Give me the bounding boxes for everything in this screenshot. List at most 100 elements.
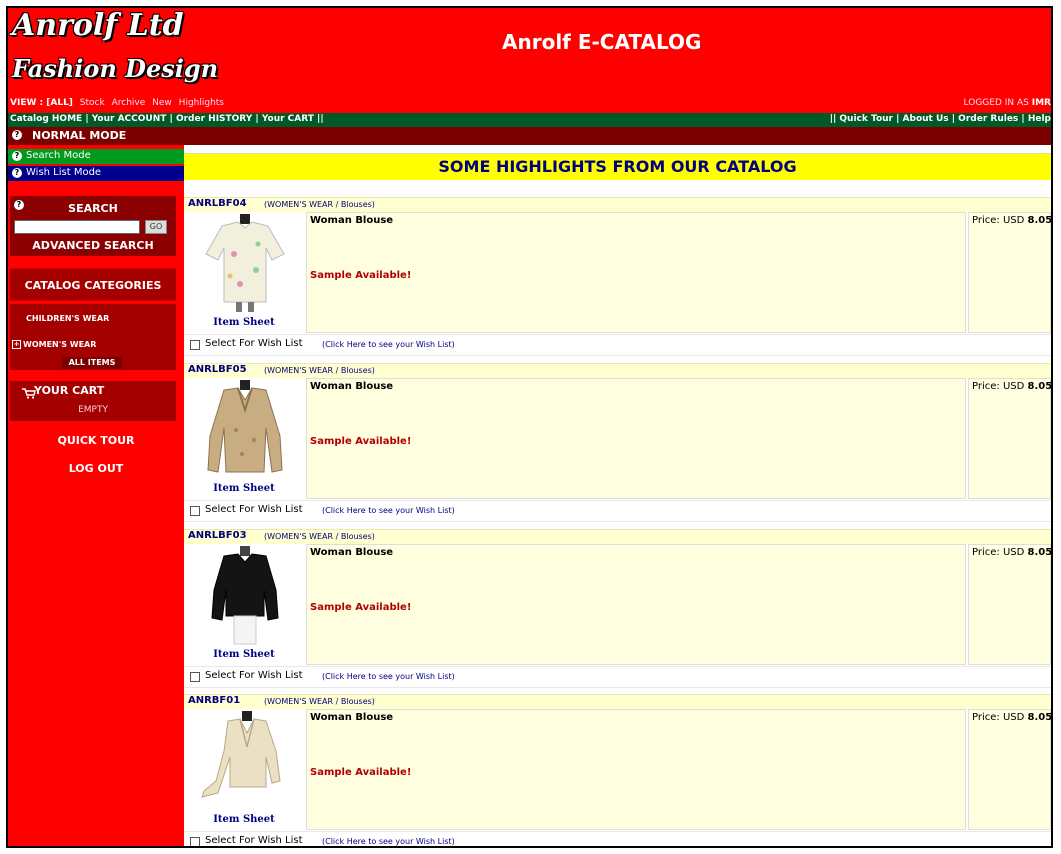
item-image-cell: Item Sheet xyxy=(184,378,304,499)
item-category: (WOMEN'S WEAR / Blouses) xyxy=(264,532,375,541)
blouse-image[interactable] xyxy=(200,380,290,480)
item-category: (WOMEN'S WEAR / Blouses) xyxy=(264,200,375,209)
item-header: ANRLBF05 (WOMEN'S WEAR / Blouses) xyxy=(184,363,1051,378)
item-price: Price: USD 8.05 xyxy=(972,381,1051,392)
wish-list-label[interactable]: Select For Wish List xyxy=(205,504,303,515)
wish-list-mode-button[interactable]: ? Wish List Mode xyxy=(8,166,184,181)
mode-bar: ? NORMAL MODE xyxy=(8,127,1051,145)
expand-icon[interactable]: + xyxy=(12,340,21,349)
blouse-image[interactable] xyxy=(200,546,290,646)
highlights-banner: SOME HIGHLIGHTS FROM OUR CATALOG xyxy=(184,153,1051,180)
catalog-item: ANRLBF03 (WOMEN'S WEAR / Blouses) Item S… xyxy=(184,529,1051,691)
item-title: Woman Blouse xyxy=(310,381,394,392)
item-price-cell: Price: USD 8.05 xyxy=(968,212,1051,333)
price-value: 8.05 xyxy=(1027,215,1053,226)
item-sheet-link[interactable]: Item Sheet xyxy=(184,814,304,825)
view-new-link[interactable]: New xyxy=(152,98,172,108)
item-body: Item Sheet Woman Blouse Sample Available… xyxy=(184,378,1051,499)
category-list: CHILDREN'S WEAR + WOMEN'S WEAR ALL ITEMS xyxy=(10,304,176,370)
top-nav-bar: Catalog HOME | Your ACCOUNT | Order HIST… xyxy=(8,113,1051,127)
help-icon[interactable]: ? xyxy=(12,130,22,140)
view-all-link[interactable]: VIEW : [ALL] xyxy=(10,98,73,108)
item-image-cell: Item Sheet xyxy=(184,709,304,830)
app-title: Anrolf E-CATALOG xyxy=(502,30,702,54)
wish-list-checkbox[interactable] xyxy=(190,506,200,516)
item-sheet-link[interactable]: Item Sheet xyxy=(184,317,304,328)
item-code[interactable]: ANRLBF05 xyxy=(188,364,247,375)
view-archive-link[interactable]: Archive xyxy=(112,98,146,108)
item-footer: Select For Wish List (Click Here to see … xyxy=(184,334,1051,356)
item-footer: Select For Wish List (Click Here to see … xyxy=(184,500,1051,522)
view-wish-list-link[interactable]: (Click Here to see your Wish List) xyxy=(322,672,455,681)
logged-in-user: IMR xyxy=(1031,98,1051,108)
main-nav-links[interactable]: Catalog HOME | Your ACCOUNT | Order HIST… xyxy=(10,114,324,124)
item-description-cell: Woman Blouse Sample Available! xyxy=(306,378,966,499)
item-description-cell: Woman Blouse Sample Available! xyxy=(306,544,966,665)
wish-list-checkbox[interactable] xyxy=(190,340,200,350)
catalog-categories-header: CATALOG CATEGORIES xyxy=(10,268,176,301)
category-womens-wear[interactable]: + WOMEN'S WEAR xyxy=(10,340,176,349)
header: Anrolf Ltd Fashion Design Anrolf E-CATAL… xyxy=(8,8,1051,113)
main-content: SOME HIGHLIGHTS FROM OUR CATALOG ANRLBF0… xyxy=(184,145,1051,846)
view-highlights-link[interactable]: Highlights xyxy=(179,98,224,108)
wish-list-mode-label: Wish List Mode xyxy=(26,167,102,178)
price-label: Price: USD xyxy=(972,381,1025,392)
category-all-items[interactable]: ALL ITEMS xyxy=(62,357,122,369)
item-code[interactable]: ANRLBF04 xyxy=(188,198,247,209)
search-mode-button[interactable]: ? Search Mode xyxy=(8,149,184,164)
wish-list-checkbox[interactable] xyxy=(190,837,200,846)
item-title: Woman Blouse xyxy=(310,712,394,723)
item-code[interactable]: ANRLBF03 xyxy=(188,530,247,541)
log-out-link[interactable]: LOG OUT xyxy=(8,462,184,475)
item-body: Item Sheet Woman Blouse Sample Available… xyxy=(184,544,1051,665)
wish-list-label[interactable]: Select For Wish List xyxy=(205,835,303,846)
cart-status: EMPTY xyxy=(78,405,108,415)
catalog-categories-title: CATALOG CATEGORIES xyxy=(24,279,162,292)
advanced-search-link[interactable]: ADVANCED SEARCH xyxy=(10,239,176,252)
search-mode-label: Search Mode xyxy=(26,150,91,161)
item-description-cell: Woman Blouse Sample Available! xyxy=(306,709,966,830)
item-price-cell: Price: USD 8.05 xyxy=(968,709,1051,830)
item-price: Price: USD 8.05 xyxy=(972,547,1051,558)
item-price-cell: Price: USD 8.05 xyxy=(968,378,1051,499)
quick-tour-link[interactable]: QUICK TOUR xyxy=(8,434,184,447)
category-childrens-wear[interactable]: CHILDREN'S WEAR xyxy=(10,314,176,323)
view-wish-list-link[interactable]: (Click Here to see your Wish List) xyxy=(322,506,455,515)
item-image-cell: Item Sheet xyxy=(184,212,304,333)
price-value: 8.05 xyxy=(1027,712,1053,723)
wish-list-label[interactable]: Select For Wish List xyxy=(205,338,303,349)
price-label: Price: USD xyxy=(972,547,1025,558)
blouse-image[interactable] xyxy=(200,214,290,314)
wish-list-checkbox[interactable] xyxy=(190,672,200,682)
search-panel: ? SEARCH GO ADVANCED SEARCH xyxy=(10,196,176,256)
sidebar: ? Search Mode ? Wish List Mode ? SEARCH … xyxy=(8,145,184,846)
item-body: Item Sheet Woman Blouse Sample Available… xyxy=(184,709,1051,830)
item-code[interactable]: ANRBF01 xyxy=(188,695,240,706)
sample-available-label: Sample Available! xyxy=(310,270,412,281)
cart-icon xyxy=(22,388,36,399)
logged-in-label: LOGGED IN AS xyxy=(963,98,1029,108)
view-wish-list-link[interactable]: (Click Here to see your Wish List) xyxy=(322,837,455,846)
go-button[interactable]: GO xyxy=(145,220,167,234)
catalog-item: ANRLBF04 (WOMEN'S WEAR / Blouses) Item S… xyxy=(184,197,1051,359)
blouse-image[interactable] xyxy=(200,711,290,811)
logo-line2[interactable]: Fashion Design xyxy=(12,54,218,83)
cart-title[interactable]: YOUR CART xyxy=(16,384,104,399)
item-body: Item Sheet Woman Blouse Sample Available… xyxy=(184,212,1051,333)
price-label: Price: USD xyxy=(972,215,1025,226)
sample-available-label: Sample Available! xyxy=(310,436,412,447)
item-sheet-link[interactable]: Item Sheet xyxy=(184,649,304,660)
wish-list-label[interactable]: Select For Wish List xyxy=(205,670,303,681)
item-sheet-link[interactable]: Item Sheet xyxy=(184,483,304,494)
item-price: Price: USD 8.05 xyxy=(972,712,1053,723)
info-nav-links[interactable]: || Quick Tour | About Us | Order Rules |… xyxy=(830,114,1051,124)
search-input[interactable] xyxy=(14,220,140,234)
item-price-cell: Price: USD 8.05 xyxy=(968,544,1051,665)
logo-line1[interactable]: Anrolf Ltd xyxy=(12,8,184,43)
catalog-item: ANRLBF05 (WOMEN'S WEAR / Blouses) Item S… xyxy=(184,363,1051,525)
item-header: ANRLBF04 (WOMEN'S WEAR / Blouses) xyxy=(184,197,1051,212)
view-filter-bar: VIEW : [ALL] Stock Archive New Highlight… xyxy=(10,98,228,108)
item-footer: Select For Wish List (Click Here to see … xyxy=(184,666,1051,688)
view-stock-link[interactable]: Stock xyxy=(80,98,105,108)
view-wish-list-link[interactable]: (Click Here to see your Wish List) xyxy=(322,340,455,349)
